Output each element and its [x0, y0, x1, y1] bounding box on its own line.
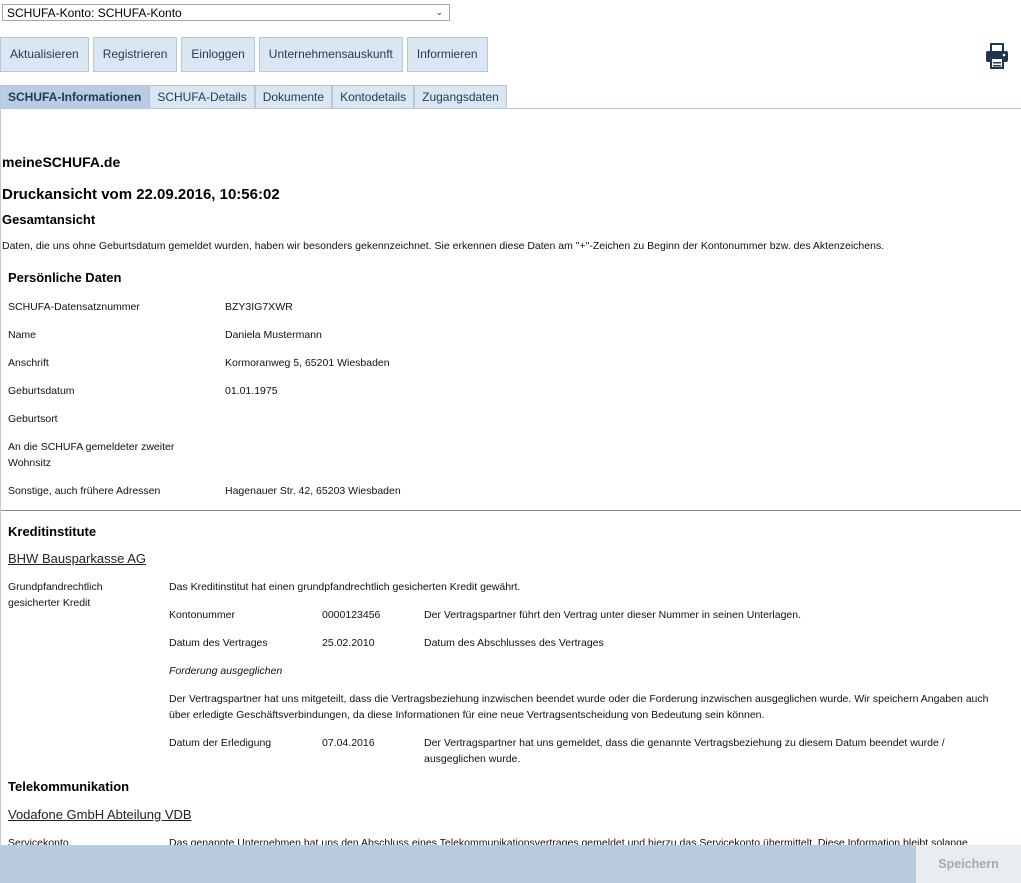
field-label: Geburtsdatum	[8, 385, 75, 397]
printer-icon[interactable]	[985, 43, 1009, 69]
credit-type-label: Grundpfandrechtlich	[8, 581, 103, 593]
settled-desc: über erledigte Geschäftsverbindungen, da…	[169, 709, 765, 721]
settled-desc: Der Vertragspartner hat uns mitgeteilt, …	[169, 693, 989, 705]
account-number-desc: Der Vertragspartner führt den Vertrag un…	[424, 609, 802, 621]
completion-date-desc: ausgeglichen wurde.	[424, 753, 521, 765]
credit-intro: Das Kreditinstitut hat einen grundpfandr…	[169, 581, 521, 593]
credit-heading: Kreditinstitute	[8, 524, 97, 539]
account-number-label: Kontonummer	[169, 609, 235, 621]
contract-date-value: 25.02.2010	[322, 637, 375, 649]
field-label: SCHUFA-Datensatznummer	[8, 301, 140, 313]
contract-date-label: Datum des Vertrages	[169, 637, 268, 649]
field-label: Anschrift	[8, 357, 49, 369]
register-button[interactable]: Registrieren	[92, 37, 178, 72]
footer-bar: Speichern	[0, 845, 1021, 883]
telecom-company-link[interactable]: Vodafone GmbH Abteilung VDB	[8, 807, 192, 822]
field-label: Wohnsitz	[8, 457, 51, 469]
contract-date-desc: Datum des Abschlusses des Vertrages	[424, 637, 604, 649]
field-value: Daniela Mustermann	[225, 329, 322, 341]
completion-date-desc: Der Vertragspartner hat uns gemeldet, da…	[424, 737, 945, 749]
settled-label: Forderung ausgeglichen	[169, 665, 283, 677]
tab-kontodetails[interactable]: Kontodetails	[332, 85, 415, 108]
report-content[interactable]: meineSCHUFA.de Druckansicht vom 22.09.20…	[0, 109, 1021, 845]
field-value: 01.01.1975	[225, 385, 278, 397]
tab-bar: SCHUFA-Informationen SCHUFA-Details Doku…	[0, 85, 507, 108]
telecom-heading: Telekommunikation	[8, 779, 130, 794]
company-info-button[interactable]: Unternehmensauskunft	[258, 37, 403, 72]
refresh-button[interactable]: Aktualisieren	[0, 37, 89, 72]
field-label: Name	[8, 329, 37, 341]
completion-date-label: Datum der Erledigung	[169, 737, 272, 749]
inform-button[interactable]: Informieren	[406, 37, 488, 72]
personal-data-heading: Persönliche Daten	[8, 270, 122, 285]
field-value: Hagenauer Str. 42, 65203 Wiesbaden	[225, 485, 401, 497]
account-number-value: 0000123456	[322, 609, 381, 621]
field-label: Geburtsort	[8, 413, 58, 425]
login-button[interactable]: Einloggen	[181, 37, 255, 72]
account-select[interactable]: SCHUFA-Konto: SCHUFA-Konto ⌄	[2, 4, 450, 21]
toolbar: Aktualisieren Registrieren Einloggen Unt…	[0, 37, 492, 72]
site-title: meineSCHUFA.de	[2, 154, 121, 170]
field-value: Kormoranweg 5, 65201 Wiesbaden	[225, 357, 390, 369]
tab-zugangsdaten[interactable]: Zugangsdaten	[414, 85, 507, 108]
field-label: Sonstige, auch frühere Adressen	[8, 485, 161, 497]
tab-schufa-informationen[interactable]: SCHUFA-Informationen	[0, 85, 150, 108]
credit-type-label: gesicherter Kredit	[8, 597, 91, 609]
tab-dokumente[interactable]: Dokumente	[254, 85, 333, 108]
chevron-down-icon: ⌄	[435, 7, 443, 17]
overview-heading: Gesamtansicht	[2, 212, 96, 227]
completion-date-value: 07.04.2016	[322, 737, 375, 749]
telecom-desc: Das genannte Unternehmen hat uns den Abs…	[169, 837, 968, 845]
tab-schufa-details[interactable]: SCHUFA-Details	[149, 85, 255, 108]
field-value: BZY3IG7XWR	[225, 301, 293, 313]
section-divider	[1, 510, 1021, 511]
field-label: An die SCHUFA gemeldeter zweiter	[8, 441, 175, 453]
credit-company-link[interactable]: BHW Bausparkasse AG	[8, 551, 146, 566]
save-button[interactable]: Speichern	[916, 845, 1021, 883]
telecom-type-label: Servicekonto	[8, 837, 69, 845]
print-title: Druckansicht vom 22.09.2016, 10:56:02	[2, 186, 280, 203]
account-select-value: SCHUFA-Konto: SCHUFA-Konto	[7, 6, 182, 20]
data-note: Daten, die uns ohne Geburtsdatum gemelde…	[2, 240, 885, 252]
